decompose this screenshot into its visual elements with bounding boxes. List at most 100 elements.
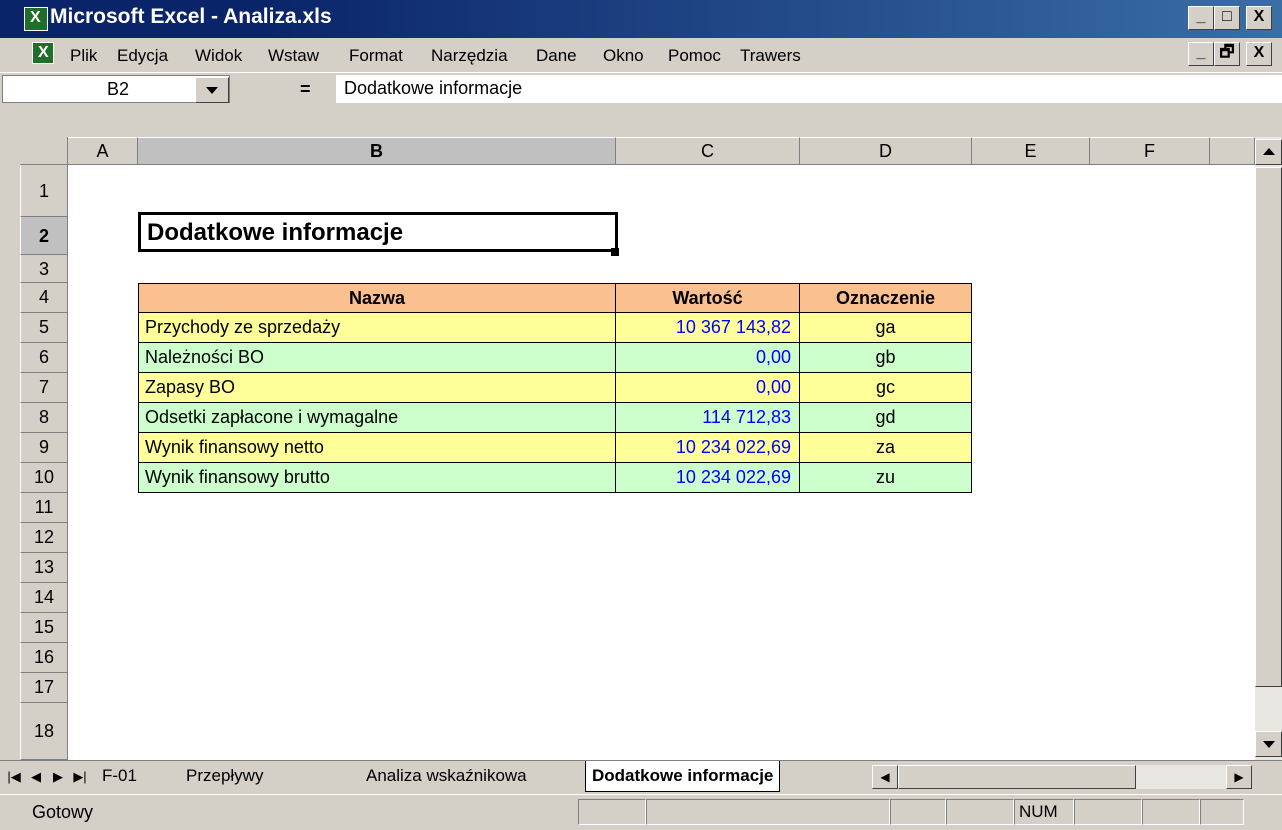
header-nazwa[interactable]: Nazwa	[138, 283, 616, 313]
table-cell-name[interactable]: Wynik finansowy brutto	[138, 463, 616, 493]
col-header-a[interactable]: A	[68, 137, 138, 165]
doc-minimize-button[interactable]: _	[1188, 42, 1214, 66]
row-header-15[interactable]: 15	[20, 613, 68, 643]
excel-app-icon[interactable]	[24, 7, 48, 31]
scroll-up-button[interactable]	[1255, 139, 1282, 165]
fill-handle[interactable]	[611, 248, 619, 256]
status-num: NUM	[1014, 799, 1074, 825]
menu-okno[interactable]: Okno	[603, 46, 644, 66]
status-panel-3	[890, 799, 946, 825]
name-box[interactable]: B2	[2, 75, 230, 103]
row-header-11[interactable]: 11	[20, 493, 68, 523]
table-cell-value[interactable]: 10 234 022,69	[616, 463, 800, 493]
table-cell-name[interactable]: Zapasy BO	[138, 373, 616, 403]
menu-widok[interactable]: Widok	[195, 46, 242, 66]
col-header-c[interactable]: C	[616, 137, 800, 165]
table-cell-value[interactable]: 114 712,83	[616, 403, 800, 433]
row-header-1[interactable]: 1	[20, 165, 68, 217]
menu-edycja[interactable]: Edycja	[117, 46, 168, 66]
menu-dane[interactable]: Dane	[536, 46, 577, 66]
hscroll-left-button[interactable]: ◀	[872, 765, 898, 789]
col-header-d[interactable]: D	[800, 137, 972, 165]
status-bar: Gotowy NUM	[0, 794, 1282, 830]
table-cell-name[interactable]: Przychody ze sprzedaży	[138, 313, 616, 343]
table-cell-code[interactable]: gb	[800, 343, 972, 373]
hscroll-right-button[interactable]: ▶	[1226, 765, 1252, 789]
minimize-button[interactable]: _	[1188, 6, 1214, 30]
table-cell-name[interactable]: Wynik finansowy netto	[138, 433, 616, 463]
row-header-14[interactable]: 14	[20, 583, 68, 613]
row-header-5[interactable]: 5	[20, 313, 68, 343]
tab-dodatkowe-informacje[interactable]: Dodatkowe informacje	[585, 761, 781, 792]
formula-bar: B2 = Dodatkowe informacje	[0, 72, 1282, 106]
status-ready: Gotowy	[32, 802, 94, 822]
vertical-scrollbar[interactable]	[1255, 137, 1282, 760]
tab-prev-button[interactable]: ◀	[26, 765, 46, 789]
tab-przeplywy[interactable]: Przepływy	[180, 761, 269, 791]
row-header-10[interactable]: 10	[20, 463, 68, 493]
table-cell-value[interactable]: 0,00	[616, 343, 800, 373]
table-cell-value[interactable]: 0,00	[616, 373, 800, 403]
tab-f01[interactable]: F-01	[96, 761, 143, 791]
row-header-6[interactable]: 6	[20, 343, 68, 373]
col-header-e[interactable]: E	[972, 137, 1090, 165]
header-oznaczenie[interactable]: Oznaczenie	[800, 283, 972, 313]
formula-input[interactable]: Dodatkowe informacje	[336, 75, 1282, 103]
tab-analiza-wskaznikowa[interactable]: Analiza wskaźnikowa	[360, 761, 533, 791]
equals-button[interactable]: =	[300, 79, 311, 100]
table-cell-code[interactable]: zu	[800, 463, 972, 493]
menu-narzedzia[interactable]: Narzędzia	[431, 46, 508, 66]
tab-first-button[interactable]: |◀	[4, 765, 24, 789]
status-panel-8	[1200, 799, 1244, 825]
col-header-g[interactable]	[1210, 137, 1255, 165]
table-cell-code[interactable]: ga	[800, 313, 972, 343]
tab-next-button[interactable]: ▶	[48, 765, 68, 789]
table-cell-value[interactable]: 10 367 143,82	[616, 313, 800, 343]
table-cell-code[interactable]: za	[800, 433, 972, 463]
hscroll-thumb[interactable]	[898, 765, 1136, 789]
left-frame	[0, 106, 20, 760]
menu-wstaw[interactable]: Wstaw	[268, 46, 319, 66]
workbook-icon[interactable]	[32, 42, 54, 64]
menu-format[interactable]: Format	[349, 46, 403, 66]
sheet-tab-bar: |◀ ◀ ▶ ▶| F-01 Przepływy Analiza wskaźni…	[0, 760, 1282, 794]
col-header-f[interactable]: F	[1090, 137, 1210, 165]
maximize-button[interactable]: □	[1214, 6, 1240, 30]
row-header-9[interactable]: 9	[20, 433, 68, 463]
select-all-corner[interactable]	[20, 137, 68, 165]
row-header-18[interactable]: 18	[20, 703, 68, 760]
row-header-4[interactable]: 4	[20, 283, 68, 313]
menu-pomoc[interactable]: Pomoc	[668, 46, 721, 66]
row-header-8[interactable]: 8	[20, 403, 68, 433]
header-wartosc[interactable]: Wartość	[616, 283, 800, 313]
scroll-down-button[interactable]	[1255, 731, 1282, 757]
chevron-down-icon[interactable]	[195, 77, 229, 103]
menu-bar: Plik Edycja Widok Wstaw Format Narzędzia…	[0, 38, 1282, 72]
scroll-thumb[interactable]	[1255, 167, 1282, 687]
row-header-16[interactable]: 16	[20, 643, 68, 673]
row-header-2[interactable]: 2	[20, 217, 68, 255]
title-bar: Microsoft Excel - Analiza.xls _ □ X	[0, 0, 1282, 38]
close-button[interactable]: X	[1246, 6, 1272, 30]
table-cell-value[interactable]: 10 234 022,69	[616, 433, 800, 463]
menu-plik[interactable]: Plik	[70, 46, 97, 66]
table-cell-name[interactable]: Należności BO	[138, 343, 616, 373]
table-cell-code[interactable]: gd	[800, 403, 972, 433]
row-header-7[interactable]: 7	[20, 373, 68, 403]
table-cell-name[interactable]: Odsetki zapłacone i wymagalne	[138, 403, 616, 433]
row-header-13[interactable]: 13	[20, 553, 68, 583]
row-header-3[interactable]: 3	[20, 255, 68, 283]
doc-restore-button[interactable]: 🗗	[1214, 42, 1240, 66]
sheet-title-cell[interactable]: Dodatkowe informacje	[138, 212, 618, 252]
menu-trawers[interactable]: Trawers	[740, 46, 801, 66]
row-header-12[interactable]: 12	[20, 523, 68, 553]
tab-last-button[interactable]: ▶|	[70, 765, 90, 789]
top-frame	[20, 106, 1282, 137]
hscroll-track[interactable]	[1136, 765, 1226, 789]
col-header-b[interactable]: B	[138, 137, 616, 165]
status-panel-6	[1074, 799, 1142, 825]
row-header-17[interactable]: 17	[20, 673, 68, 703]
doc-close-button[interactable]: X	[1246, 42, 1272, 66]
name-box-value: B2	[107, 79, 130, 99]
table-cell-code[interactable]: gc	[800, 373, 972, 403]
